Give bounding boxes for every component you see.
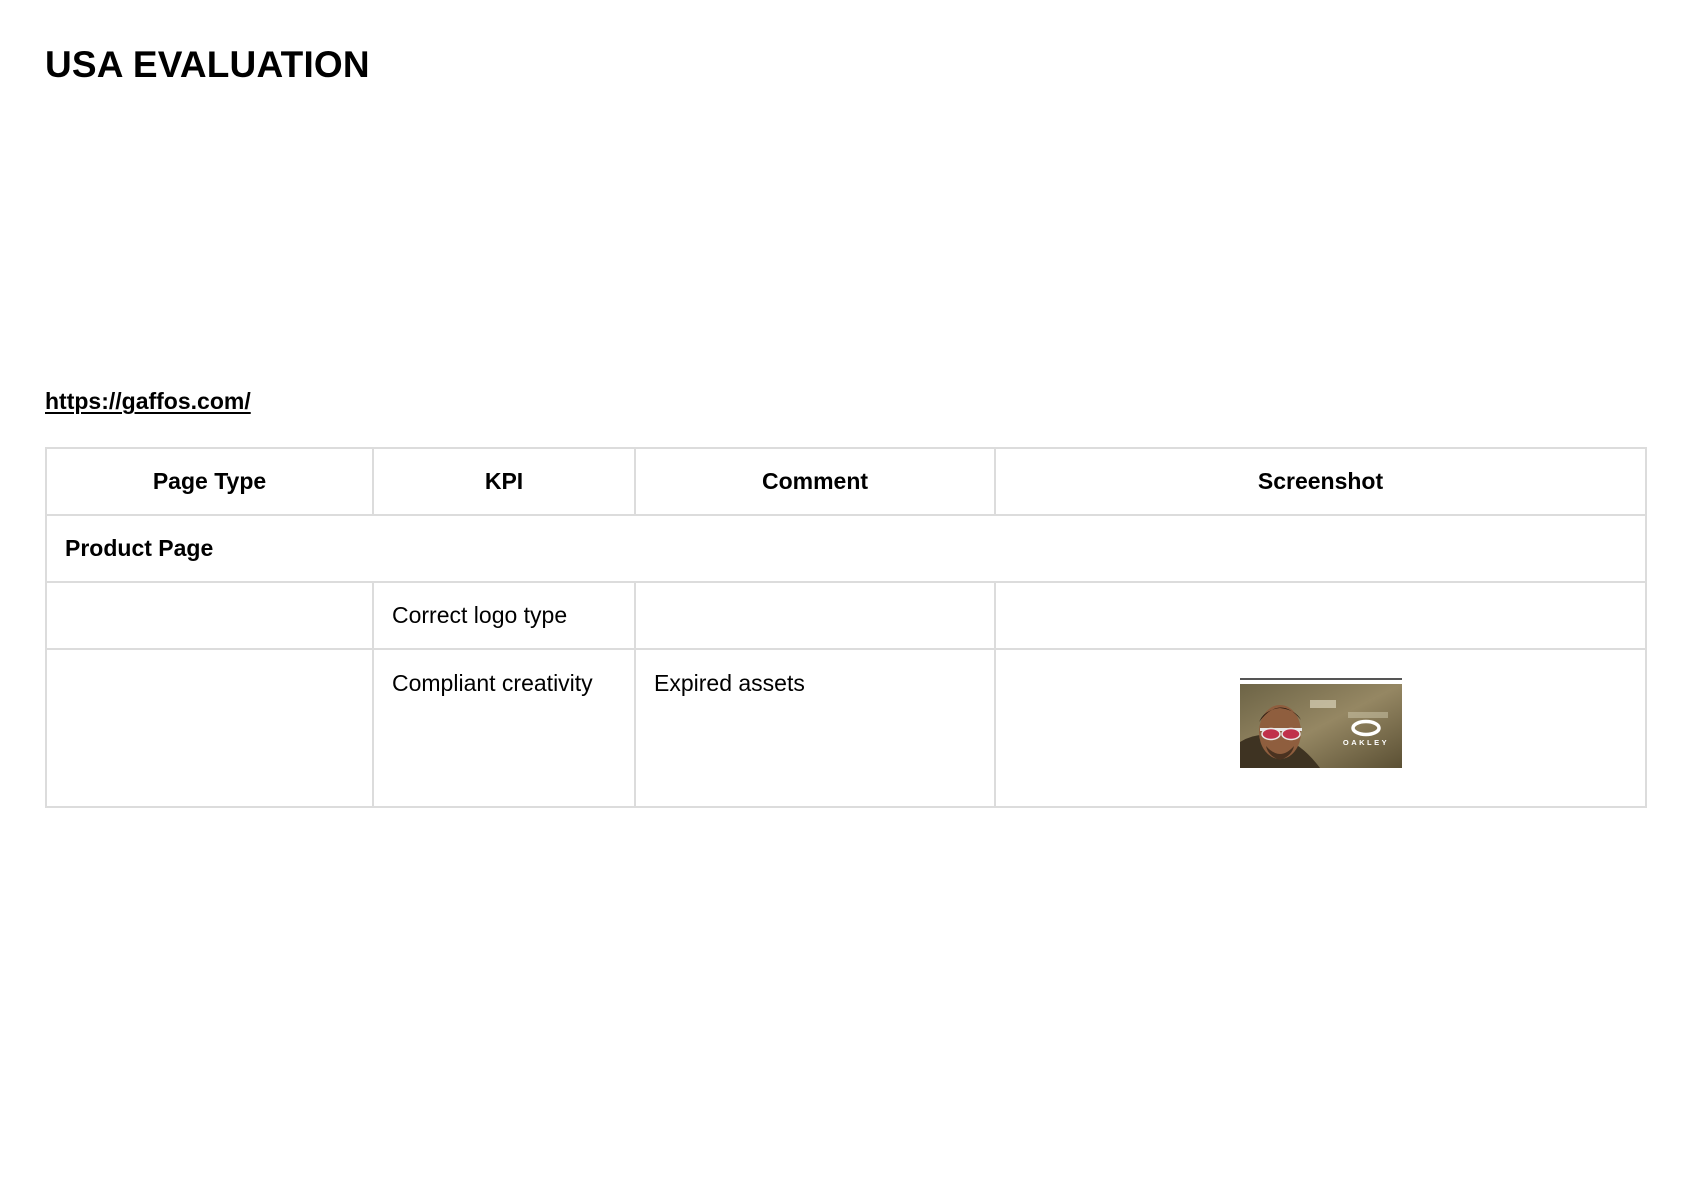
screenshot-cell: OAKLEY — [994, 648, 1647, 808]
header-screenshot: Screenshot — [994, 447, 1647, 516]
logo-wordmark: OAKLEY — [1342, 738, 1388, 747]
section-row: Product Page — [45, 514, 1647, 583]
header-page-type: Page Type — [45, 447, 374, 516]
table-row: Correct logo type — [45, 581, 1647, 650]
header-kpi: KPI — [372, 447, 636, 516]
page-title: USA EVALUATION — [45, 44, 370, 85]
screenshot-cell — [994, 581, 1647, 650]
table-header-row: Page Type KPI Comment Screenshot — [45, 447, 1647, 516]
screenshot-frame: OAKLEY — [1239, 678, 1402, 768]
screenshot-thumbnail[interactable]: OAKLEY — [1239, 684, 1402, 768]
page-type-cell — [45, 581, 374, 650]
header-comment: Comment — [634, 447, 996, 516]
evaluation-table: Page Type KPI Comment Screenshot Product… — [45, 447, 1647, 808]
kpi-cell: Correct logo type — [372, 581, 636, 650]
table-row: Compliant creativity Expired assets OAKL… — [45, 648, 1647, 808]
comment-cell: Expired assets — [634, 648, 996, 808]
section-label: Product Page — [45, 514, 1647, 583]
kpi-cell: Compliant creativity — [372, 648, 636, 808]
comment-cell — [634, 581, 996, 650]
site-url-link[interactable]: https://gaffos.com/ — [45, 388, 251, 415]
page-type-cell — [45, 648, 374, 808]
